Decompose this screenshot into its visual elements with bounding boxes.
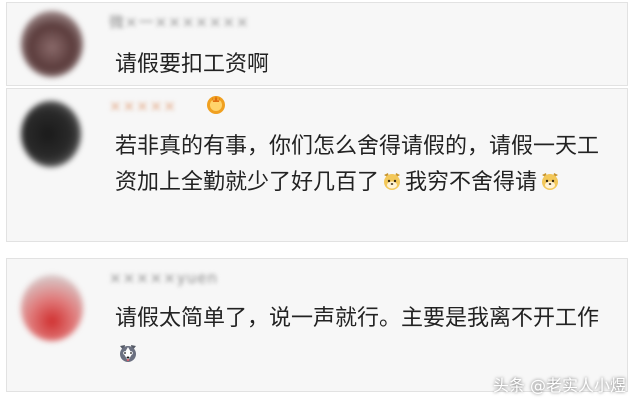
- username[interactable]: ×××××yuen: [109, 269, 218, 287]
- username[interactable]: 微×一×××××××: [109, 13, 250, 31]
- watermark: 头条 @老实人小煜: [492, 376, 626, 395]
- avatar[interactable]: [21, 11, 83, 77]
- vip-badge-icon: [205, 93, 227, 115]
- comment-text-part2: 我穷不舍得请: [405, 170, 538, 195]
- username[interactable]: ×××××: [109, 97, 177, 115]
- comment-text: 请假要扣工资啊: [115, 52, 270, 77]
- comment-card-2: ××××× 若非真的有事，你们怎么舍得请假的，请假一天工资加上全勤就少了好几百了…: [6, 88, 628, 242]
- comment-card-1: 微×一××××××× 请假要扣工资啊: [6, 2, 628, 86]
- comment-text: 若非真的有事，你们怎么舍得请假的，请假一天工资加上全勤就少了好几百了 我穷不舍得…: [115, 129, 615, 201]
- husky-face-emoji-icon: [117, 340, 139, 362]
- dog-face-emoji-icon: [539, 168, 561, 190]
- comment-text: 请假太简单了，说一声就行。主要是我离不开工作: [115, 301, 615, 373]
- dog-face-emoji-icon: [381, 168, 403, 190]
- avatar[interactable]: [21, 101, 81, 167]
- avatar[interactable]: [21, 275, 83, 341]
- comment-text-body: 请假太简单了，说一声就行。主要是我离不开工作: [115, 306, 600, 331]
